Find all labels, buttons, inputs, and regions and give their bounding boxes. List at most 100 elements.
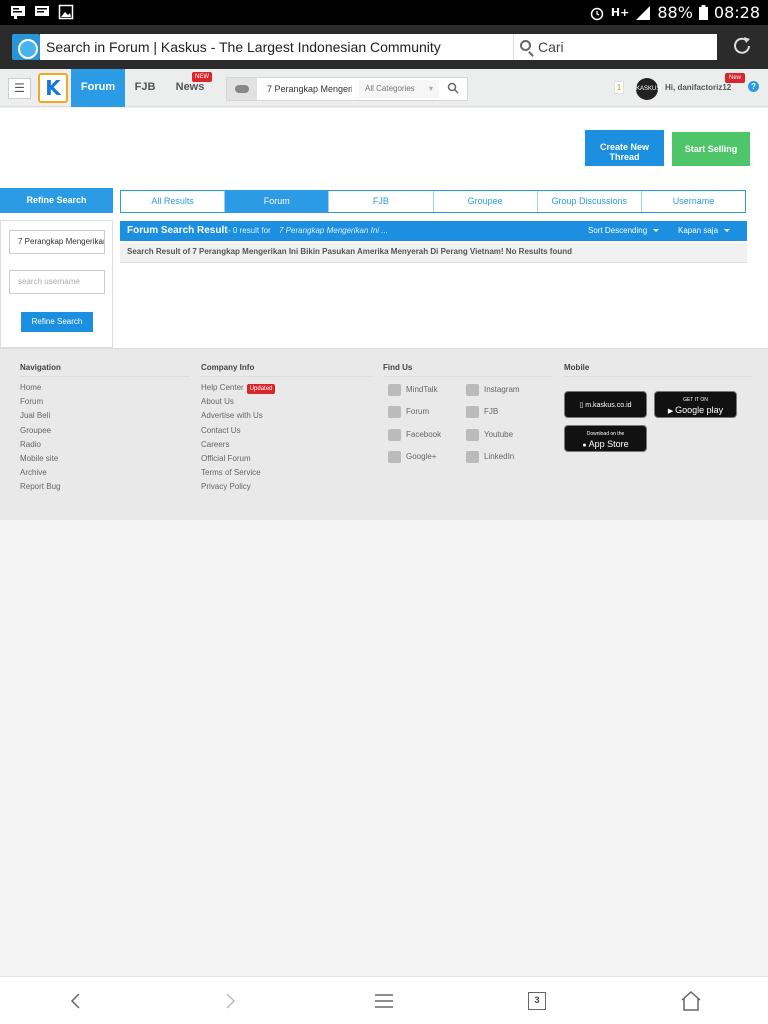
header-search-input[interactable]: 7 Perangkap Mengerikan Ini Bikin Pasukan… <box>267 78 352 100</box>
time-filter-label: Kapan saja <box>678 226 719 235</box>
browser-search-box[interactable]: Cari <box>513 34 717 60</box>
sort-dropdown[interactable]: Sort Descending <box>588 221 660 241</box>
browser-search-placeholder: Cari <box>538 39 564 55</box>
footer-link[interactable]: Contact Us <box>201 424 371 438</box>
footer-link[interactable]: Careers <box>201 438 371 452</box>
social-label: LinkedIn <box>484 452 515 462</box>
footer-company: Company Info Help Center Updated About Us… <box>201 363 371 495</box>
browser-logo-icon[interactable] <box>12 34 40 60</box>
user-greeting[interactable]: Hi, danifactoriz12 <box>665 69 731 107</box>
start-selling-button[interactable]: Start Selling <box>672 132 750 166</box>
back-icon[interactable] <box>64 989 88 1013</box>
social-label: Google+ <box>406 452 437 462</box>
tab-username[interactable]: Username <box>642 191 745 212</box>
footer-mobile-title: Mobile <box>564 363 752 377</box>
reload-icon[interactable] <box>730 35 754 59</box>
result-tabs: All Results Forum FJB Groupee Group Disc… <box>120 190 746 213</box>
category-label: All Categories <box>365 84 415 93</box>
network-type: H+ <box>610 6 630 19</box>
footer-company-title: Company Info <box>201 363 371 377</box>
username-search-input[interactable]: search username <box>9 270 105 294</box>
forward-icon[interactable] <box>218 989 242 1013</box>
header-search: 7 Perangkap Mengerikan Ini Bikin Pasukan… <box>226 77 468 101</box>
refine-search-title: Refine Search <box>0 188 113 213</box>
home-icon[interactable] <box>679 989 703 1013</box>
tab-fjb[interactable]: FJB <box>329 191 434 212</box>
refine-search-button[interactable]: Refine Search <box>21 312 93 332</box>
tab-groupee[interactable]: Groupee <box>434 191 538 212</box>
notification-count[interactable]: 1 <box>614 81 624 94</box>
footer-link[interactable]: Official Forum <box>201 452 371 466</box>
menu-icon[interactable]: ☰ <box>8 78 31 99</box>
nav-tab-forum[interactable]: Forum <box>71 69 125 107</box>
tab-all-results[interactable]: All Results <box>121 191 226 212</box>
chevron-down-icon: ▾ <box>428 84 433 93</box>
footer-findus-title: Find Us <box>383 363 553 377</box>
tabs-count-icon[interactable]: 3 <box>528 992 546 1010</box>
cloud-icon[interactable] <box>227 78 257 100</box>
message-icon <box>11 6 25 19</box>
social-instagram[interactable]: Instagram <box>466 384 520 396</box>
social-youtube[interactable]: Youtube <box>466 429 513 441</box>
create-thread-button[interactable]: Create New Thread <box>585 130 664 166</box>
instagram-icon <box>466 384 479 396</box>
social-twitter-fjb[interactable]: FJB <box>466 406 498 418</box>
google-play-badge[interactable]: GET IT ON ▶ Google play <box>654 391 737 418</box>
image-icon <box>58 4 74 20</box>
bottom-navigation: 3 <box>0 976 768 1024</box>
footer-link[interactable]: Radio <box>20 438 190 452</box>
updated-badge: Updated <box>246 384 276 394</box>
footer-link[interactable]: Forum <box>20 395 190 409</box>
footer-link[interactable]: Report Bug <box>20 480 190 494</box>
status-bar: H+ 88% 08:28 <box>0 0 768 25</box>
kaskus-logo[interactable]: K <box>38 73 68 103</box>
no-results-message: Search Result of 7 Perangkap Mengerikan … <box>120 243 747 263</box>
google-play-label: Google play <box>675 405 724 415</box>
user-new-badge: New <box>725 73 746 83</box>
footer-link[interactable]: Home <box>20 381 190 395</box>
social-linkedin[interactable]: LinkedIn <box>466 451 514 463</box>
browser-bar: Search in Forum | Kaskus - The Largest I… <box>0 25 768 69</box>
app-store-badge[interactable]: Download on the ● App Store <box>564 425 647 452</box>
google-play-sub: GET IT ON <box>683 397 708 403</box>
mobile-site-badge[interactable]: ▯ m.kaskus.co.id <box>564 391 647 418</box>
result-header: Forum Search Result - 0 result for 7 Per… <box>120 221 747 241</box>
help-icon[interactable]: ? <box>748 81 759 92</box>
footer-link[interactable]: Terms of Service <box>201 466 371 480</box>
footer-link-help[interactable]: Help Center Updated <box>201 381 371 395</box>
facebook-icon <box>388 429 401 441</box>
footer-link[interactable]: Archive <box>20 466 190 480</box>
refine-query-input[interactable]: 7 Perangkap Mengerikan Ini Bikin Pasukan… <box>9 230 105 254</box>
twitter-icon <box>466 406 479 418</box>
avatar[interactable]: KASKUS <box>636 78 660 100</box>
social-label: Facebook <box>406 430 442 440</box>
social-twitter-forum[interactable]: Forum <box>388 406 429 418</box>
footer-link[interactable]: Jual Beli <box>20 409 190 423</box>
url-bar[interactable]: Search in Forum | Kaskus - The Largest I… <box>40 34 513 60</box>
youtube-icon <box>466 429 479 441</box>
main-content: Create New Thread Start Selling Refine S… <box>0 108 768 348</box>
footer-link[interactable]: Groupee <box>20 424 190 438</box>
search-submit-icon[interactable] <box>447 82 459 94</box>
category-dropdown[interactable]: All Categories ▾ <box>359 80 439 98</box>
menu-lines-icon[interactable] <box>372 989 396 1013</box>
social-googleplus[interactable]: Google+ <box>388 451 436 463</box>
social-mindtalk[interactable]: MindTalk <box>388 384 438 396</box>
caret-down-icon <box>724 229 731 233</box>
alarm-icon <box>590 7 604 20</box>
tab-forum[interactable]: Forum <box>225 191 330 212</box>
result-title: Forum Search Result <box>127 225 228 236</box>
nav-tab-fjb[interactable]: FJB <box>129 69 161 107</box>
googleplus-icon <box>388 451 401 463</box>
time-filter-dropdown[interactable]: Kapan saja <box>678 221 731 241</box>
footer-link[interactable]: About Us <box>201 395 371 409</box>
footer: Navigation Home Forum Jual Beli Groupee … <box>0 348 768 520</box>
tab-group-discussions[interactable]: Group Discussions <box>538 191 642 212</box>
social-label: FJB <box>484 407 499 417</box>
social-label: Instagram <box>484 385 520 395</box>
footer-link[interactable]: Advertise with Us <box>201 409 371 423</box>
nav-tab-news-label: News <box>175 81 205 93</box>
footer-link[interactable]: Privacy Policy <box>201 480 371 494</box>
footer-link[interactable]: Mobile site <box>20 452 190 466</box>
social-facebook[interactable]: Facebook <box>388 429 441 441</box>
